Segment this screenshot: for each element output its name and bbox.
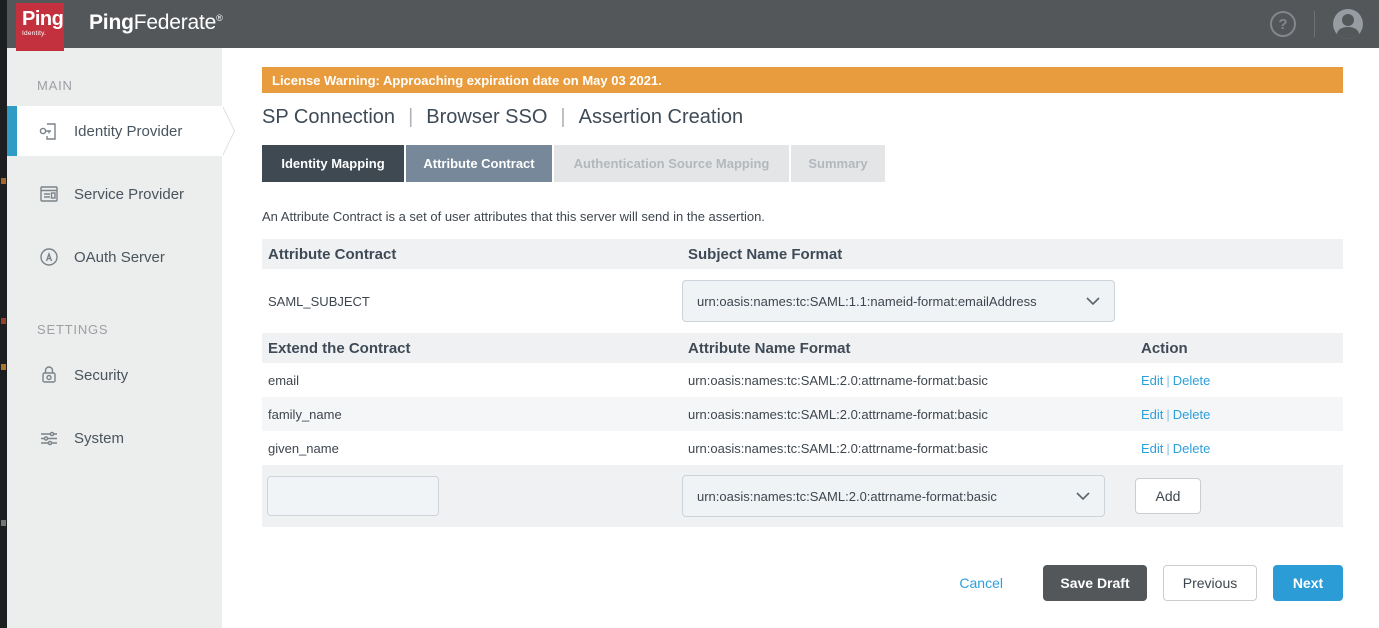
tab-authentication-source-mapping: Authentication Source Mapping [554,145,789,182]
attribute-name-format-value: urn:oasis:names:tc:SAML:2.0:attrname-for… [697,489,997,504]
app-header: PingFederate® ? [7,0,1379,48]
breadcrumb-assertion-creation: Assertion Creation [579,106,744,129]
avatar-body [1337,27,1359,39]
sidebar-item-security[interactable]: Security [7,350,222,400]
sidebar-item-label: Security [74,367,128,384]
action-separator: | [1166,441,1169,456]
table-row-given-name: given_name urn:oasis:names:tc:SAML:2.0:a… [262,431,1343,465]
tab-attribute-contract[interactable]: Attribute Contract [406,145,552,182]
attribute-name: given_name [262,441,682,456]
sidebar-item-label: Service Provider [74,186,184,203]
breadcrumb-browser-sso: Browser SSO [426,106,547,129]
attribute-format: urn:oasis:names:tc:SAML:2.0:attrname-for… [682,441,1135,456]
service-provider-icon [37,182,61,206]
chevron-down-icon [1076,492,1090,501]
new-attribute-input[interactable] [267,476,439,516]
sidebar-item-label: Identity Provider [74,123,182,140]
background-window-edge [0,0,7,628]
attribute-name-format-select[interactable]: urn:oasis:names:tc:SAML:2.0:attrname-for… [682,475,1105,517]
subject-name-format-value: urn:oasis:names:tc:SAML:1.1:nameid-forma… [697,294,1037,309]
registered-mark: ® [216,13,222,23]
action-separator: | [1166,407,1169,422]
help-glyph: ? [1278,16,1287,33]
help-icon[interactable]: ? [1270,11,1296,37]
saml-subject-value: SAML_SUBJECT [262,294,682,309]
add-attribute-row: urn:oasis:names:tc:SAML:2.0:attrname-for… [262,465,1343,527]
tab-summary: Summary [791,145,885,182]
attribute-format: urn:oasis:names:tc:SAML:2.0:attrname-for… [682,407,1135,422]
col-subject-name-format: Subject Name Format [682,246,1343,263]
logo-sub-text: Identity. [22,31,64,38]
edit-link[interactable]: Edit [1141,407,1163,422]
tab-identity-mapping[interactable]: Identity Mapping [262,145,404,182]
sidebar-item-service-provider[interactable]: Service Provider [7,169,222,219]
col-action: Action [1135,340,1343,357]
previous-button[interactable]: Previous [1163,565,1257,601]
action-separator: | [1166,373,1169,388]
avatar-head [1342,14,1354,26]
edit-link[interactable]: Edit [1141,373,1163,388]
attribute-name: family_name [262,407,682,422]
sidebar: MAIN Identity Provider Service Provider … [7,48,222,628]
edit-link[interactable]: Edit [1141,441,1163,456]
sidebar-section-main: MAIN [37,78,222,93]
col-attribute-contract: Attribute Contract [262,246,682,263]
delete-link[interactable]: Delete [1173,373,1211,388]
attribute-format: urn:oasis:names:tc:SAML:2.0:attrname-for… [682,373,1135,388]
contract-table-header: Attribute Contract Subject Name Format [262,239,1343,269]
product-title: PingFederate® [89,11,223,35]
sidebar-item-system[interactable]: System [7,413,222,463]
security-lock-icon [37,363,61,387]
delete-link[interactable]: Delete [1173,407,1211,422]
sidebar-section-settings: SETTINGS [37,322,222,337]
product-title-light: Federate [134,11,216,34]
col-extend-the-contract: Extend the Contract [262,340,682,357]
breadcrumb: SP Connection | Browser SSO | Assertion … [262,106,1343,129]
edge-speck [1,178,6,184]
col-attribute-name-format: Attribute Name Format [682,340,1135,357]
add-button[interactable]: Add [1135,478,1201,514]
identity-provider-icon [37,119,61,143]
next-button[interactable]: Next [1273,565,1343,601]
edge-speck [1,364,6,370]
cancel-link[interactable]: Cancel [959,575,1003,591]
wizard-tabs: Identity Mapping Attribute Contract Auth… [262,145,1343,182]
breadcrumb-separator: | [560,106,565,129]
page-description: An Attribute Contract is a set of user a… [262,209,1343,224]
oauth-server-icon [37,245,61,269]
ping-identity-logo[interactable]: Ping Identity. [16,3,64,51]
extend-table-header: Extend the Contract Attribute Name Forma… [262,333,1343,363]
delete-link[interactable]: Delete [1173,441,1211,456]
contract-table-row: SAML_SUBJECT urn:oasis:names:tc:SAML:1.1… [262,269,1343,333]
breadcrumb-separator: | [408,106,413,129]
logo-brand-text: Ping [22,9,64,29]
edge-speck [1,318,6,324]
main-content: License Warning: Approaching expiration … [222,48,1379,628]
sidebar-item-label: OAuth Server [74,249,165,266]
header-divider [1314,11,1315,37]
sidebar-item-identity-provider[interactable]: Identity Provider [7,106,222,156]
system-sliders-icon [37,426,61,450]
table-row-email: email urn:oasis:names:tc:SAML:2.0:attrna… [262,363,1343,397]
footer-actions: Cancel Save Draft Previous Next [262,565,1343,601]
selected-arrow [222,106,234,156]
edge-speck [1,520,6,526]
product-title-bold: Ping [89,11,134,34]
license-warning-banner: License Warning: Approaching expiration … [262,67,1343,93]
sidebar-item-label: System [74,430,124,447]
sidebar-item-oauth-server[interactable]: OAuth Server [7,232,222,282]
breadcrumb-sp-connection: SP Connection [262,106,395,129]
save-draft-button[interactable]: Save Draft [1043,565,1147,601]
chevron-down-icon [1086,297,1100,306]
table-row-family-name: family_name urn:oasis:names:tc:SAML:2.0:… [262,397,1343,431]
attribute-name: email [262,373,682,388]
user-avatar-icon[interactable] [1333,9,1363,39]
subject-name-format-select[interactable]: urn:oasis:names:tc:SAML:1.1:nameid-forma… [682,280,1115,322]
